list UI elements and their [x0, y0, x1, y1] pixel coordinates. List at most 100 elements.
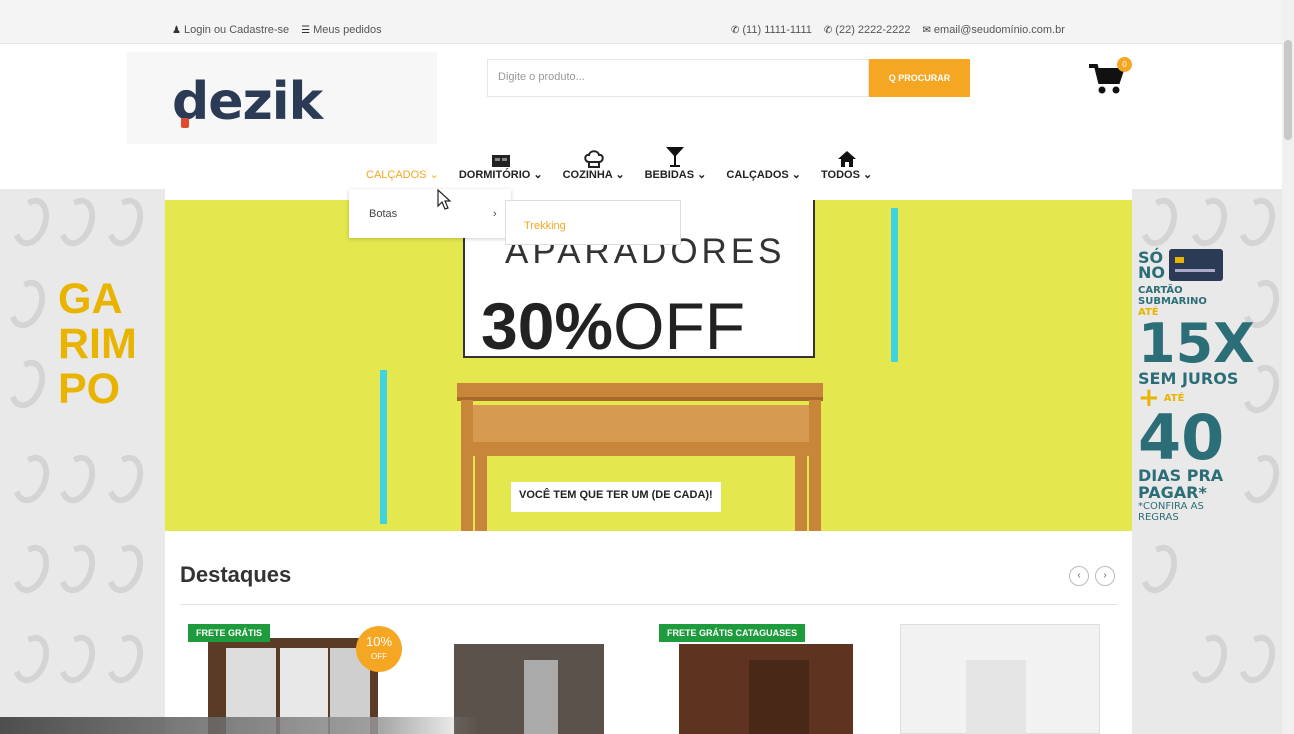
nav-item-calcados[interactable]: CALÇADOS ⌄ — [356, 146, 449, 188]
top-bar-contact: ✆ (11) 1111-1111 ✆ (22) 2222-2222 ✉ emai… — [731, 24, 1065, 36]
hero-tagline: VOCÊ TEM QUE TER UM (DE CADA)! — [511, 482, 721, 512]
dropdown-item-botas[interactable]: Botas — [369, 208, 397, 220]
sideboard-leg — [475, 456, 487, 531]
cocktail-icon — [666, 147, 685, 167]
moon-decoration — [6, 449, 56, 509]
login-link[interactable]: ♟ Login ou Cadastre-se — [172, 24, 289, 36]
chef-hat-icon — [583, 150, 604, 168]
submenu-item-trekking[interactable]: Trekking — [524, 220, 566, 232]
chevron-down-icon: ⌄ — [429, 169, 439, 181]
search-button[interactable]: Q PROCURAR — [869, 59, 970, 97]
hero-banner[interactable]: APARADORES 30%OFF VOCÊ TEM QUE TER UM (D… — [165, 200, 1132, 531]
orders-link[interactable]: ☰ Meus pedidos — [301, 24, 381, 36]
phone-1-label: (11) 1111-1111 — [742, 24, 812, 36]
sideboard-top — [457, 383, 823, 401]
sideboard-leg — [809, 400, 821, 531]
credit-card-promo: SÓ NO CARTÃO SUBMARINO ATÉ 15X SEM JUROS… — [1138, 248, 1255, 523]
sideboard-shelf — [473, 442, 809, 456]
calcados-dropdown: Botas › — [349, 189, 511, 238]
hero-discount: 30%OFF — [481, 289, 746, 363]
chevron-down-icon: ⌄ — [791, 169, 801, 181]
chevron-down-icon: ⌄ — [533, 169, 543, 181]
top-bar-left: ♟ Login ou Cadastre-se ☰ Meus pedidos — [172, 24, 382, 36]
product-card[interactable]: FRETE GRÁTIS CATAGUASES — [659, 624, 859, 734]
nav-label: DORMITÓRIO — [458, 169, 531, 181]
phone-icon: ✆ — [731, 24, 740, 36]
nav-item-cozinha[interactable]: COZINHA ⌄ — [553, 146, 635, 188]
orders-label: Meus pedidos — [313, 24, 382, 36]
moon-decoration — [52, 539, 102, 599]
chevron-down-icon: ⌄ — [615, 169, 625, 181]
garimpo-text: GA RIM PO — [58, 275, 137, 413]
home-icon — [837, 151, 856, 167]
moon-decoration — [52, 192, 102, 252]
phone-2-label: (22) 2222-2222 — [835, 24, 911, 36]
nav-item-dormitorio[interactable]: DORMITÓRIO ⌄ — [449, 146, 553, 188]
logo[interactable]: dezik — [172, 72, 323, 132]
moon-decoration — [100, 629, 150, 689]
envelope-icon: ✉ — [922, 24, 931, 36]
dropdown-submenu: Trekking — [505, 200, 681, 245]
chevron-right-icon: › — [493, 208, 497, 220]
nav-label: BEBIDAS — [644, 169, 695, 181]
main-nav: CALÇADOS ⌄ DORMITÓRIO ⌄ COZINHA ⌄ BEBIDA… — [356, 146, 882, 188]
moon-decoration — [6, 539, 56, 599]
moon-decoration — [1134, 539, 1184, 599]
phone-1: ✆ (11) 1111-1111 — [731, 24, 812, 36]
chevron-down-icon: ⌄ — [697, 169, 707, 181]
sideboard-leg — [795, 456, 807, 531]
top-bar: ♟ Login ou Cadastre-se ☰ Meus pedidos ✆ … — [0, 0, 1294, 44]
left-side-banner[interactable]: GA RIM PO — [0, 189, 165, 734]
moon-decoration — [6, 192, 56, 252]
moon-decoration — [100, 449, 150, 509]
nav-label: COZINHA — [562, 169, 613, 181]
moon-decoration — [52, 629, 102, 689]
free-shipping-badge: FRETE GRÁTIS — [188, 624, 271, 642]
moon-decoration — [1134, 192, 1184, 252]
free-shipping-badge: FRETE GRÁTIS CATAGUASES — [659, 624, 806, 642]
nav-item-bebidas[interactable]: BEBIDAS ⌄ — [635, 146, 717, 188]
phone-2: ✆ (22) 2222-2222 — [824, 24, 911, 36]
list-icon: ☰ — [301, 24, 311, 36]
moon-decoration — [6, 629, 56, 689]
decor-bar — [380, 370, 387, 524]
moon-decoration — [100, 192, 150, 252]
email-link[interactable]: ✉ email@seudomínio.com.br — [923, 24, 1065, 36]
moon-decoration — [1184, 192, 1234, 252]
search-input[interactable]: Digite o produto... — [487, 59, 869, 97]
discount-badge: 10% OFF — [356, 626, 402, 672]
credit-card-icon — [1169, 249, 1223, 281]
header: dezik Digite o produto... Q PROCURAR 0 C… — [0, 44, 1282, 189]
moon-decoration — [52, 449, 102, 509]
moon-decoration — [1232, 192, 1282, 252]
carousel-next-button[interactable]: › — [1095, 566, 1115, 586]
email-label: email@seudomínio.com.br — [933, 24, 1065, 36]
bed-icon — [491, 155, 510, 167]
moon-decoration — [1184, 629, 1234, 689]
nav-label: CALÇADOS — [726, 169, 789, 181]
sideboard-leg — [461, 400, 473, 531]
moon-decoration — [2, 354, 52, 414]
nav-label: TODOS — [821, 169, 860, 181]
moon-decoration — [2, 274, 52, 334]
phone-icon: ✆ — [823, 24, 833, 36]
scrollbar-thumb[interactable] — [1284, 40, 1292, 140]
logo-accent — [181, 118, 189, 128]
scrollbar[interactable] — [1282, 0, 1294, 734]
moon-decoration — [100, 539, 150, 599]
sideboard-image — [473, 405, 809, 442]
section-divider — [180, 604, 1117, 605]
decor-bar — [891, 208, 898, 362]
nav-item-calcados-2[interactable]: CALÇADOS ⌄ — [716, 146, 811, 188]
login-label: Login ou Cadastre-se — [183, 24, 290, 36]
moon-decoration — [1232, 629, 1282, 689]
right-side-banner[interactable]: SÓ NO CARTÃO SUBMARINO ATÉ 15X SEM JUROS… — [1132, 189, 1282, 734]
video-overlay-bar — [0, 717, 478, 734]
carousel-prev-button[interactable]: ‹ — [1069, 566, 1089, 586]
nav-item-todos[interactable]: TODOS ⌄ — [811, 146, 882, 188]
mouse-cursor-icon — [437, 189, 451, 210]
chevron-down-icon: ⌄ — [862, 169, 873, 181]
cart-button[interactable]: 0 — [1088, 57, 1132, 96]
cart-count-badge: 0 — [1117, 57, 1132, 72]
product-card[interactable] — [896, 624, 1106, 734]
